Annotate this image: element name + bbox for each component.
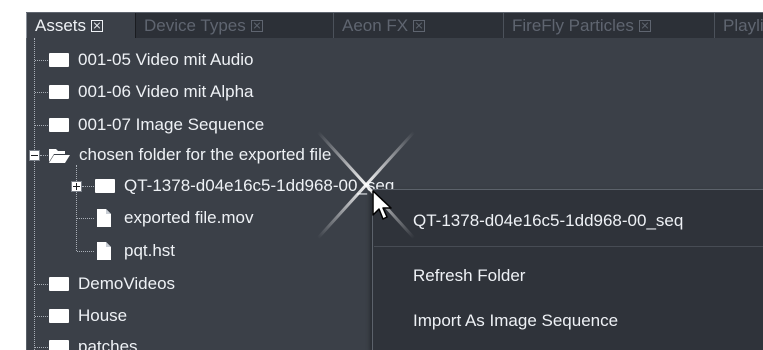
tab-label: Assets <box>35 16 87 35</box>
tree-connector <box>82 186 94 187</box>
tree-item-label: House <box>78 306 128 325</box>
context-menu-header: QT-1378-d04e16c5-1dd968-00_seq <box>413 211 684 230</box>
menu-item-refresh-folder[interactable]: Refresh Folder <box>373 260 763 292</box>
tree-item-folder[interactable]: patches <box>49 333 138 350</box>
tree-item-label: 001-06 Video mit Alpha <box>78 82 254 101</box>
folder-icon <box>49 118 69 132</box>
tab-firefly-particles[interactable]: FireFly Particles <box>504 13 715 38</box>
tree-item-label: 001-05 Video mit Audio <box>78 50 254 69</box>
folder-icon <box>49 85 69 99</box>
tree-item-label: 001-07 Image Sequence <box>78 115 265 134</box>
tree-item-label: exported file.mov <box>124 208 254 227</box>
tree-connector <box>76 165 77 251</box>
close-icon[interactable] <box>413 20 426 32</box>
tree-item-file[interactable]: pqt.hst <box>97 237 175 265</box>
file-icon <box>97 209 111 227</box>
tab-label: Playli <box>723 16 763 35</box>
tab-label: FireFly Particles <box>512 16 634 35</box>
tab-playlist[interactable]: Playli <box>715 13 763 38</box>
tab-label: Aeon FX <box>342 16 409 35</box>
tree-connector <box>34 38 35 350</box>
tree-item-folder[interactable]: House <box>49 302 127 330</box>
tree-item-folder[interactable]: 001-07 Image Sequence <box>49 111 264 139</box>
tree-item-label: patches <box>78 337 138 350</box>
close-icon[interactable] <box>638 20 651 32</box>
tree-connector <box>35 284 48 285</box>
collapse-toggle[interactable] <box>29 150 40 161</box>
menu-separator <box>374 246 763 247</box>
tab-label: Device Types <box>144 16 246 35</box>
screenshot-frame: Assets Device Types Aeon FX FireFly Part… <box>0 0 763 350</box>
tree-item-file[interactable]: exported file.mov <box>97 204 253 232</box>
tree-connector <box>40 155 48 156</box>
folder-icon <box>95 179 115 193</box>
folder-icon <box>49 309 69 323</box>
context-menu: QT-1378-d04e16c5-1dd968-00_seq Refresh F… <box>372 189 763 350</box>
tab-bar: Assets Device Types Aeon FX FireFly Part… <box>26 12 763 38</box>
close-icon[interactable] <box>250 20 263 32</box>
tree-item-label: chosen folder for the exported file <box>79 145 332 164</box>
folder-icon <box>49 53 69 67</box>
expand-toggle[interactable] <box>71 181 82 192</box>
tree-item-label: pqt.hst <box>124 241 176 260</box>
tree-item-label: DemoVideos <box>78 274 176 293</box>
folder-icon <box>49 277 69 291</box>
tree-item-label: QT-1378-d04e16c5-1dd968-00_seq <box>124 176 395 195</box>
tree-item-folder-expanded[interactable]: chosen folder for the exported file <box>49 141 331 169</box>
tree-connector <box>77 251 94 252</box>
tab-device-types[interactable]: Device Types <box>136 13 334 38</box>
tree-item-folder-selected[interactable]: QT-1378-d04e16c5-1dd968-00_seq <box>95 172 394 200</box>
tree-connector <box>77 218 94 219</box>
folder-open-icon <box>49 149 70 163</box>
tree-item-folder[interactable]: DemoVideos <box>49 270 175 298</box>
close-icon[interactable] <box>91 20 104 32</box>
tab-assets[interactable]: Assets <box>26 13 136 38</box>
tree-connector <box>35 347 48 348</box>
file-icon <box>97 242 111 260</box>
tree-item-folder[interactable]: 001-06 Video mit Alpha <box>49 78 253 106</box>
tree-connector <box>35 60 48 61</box>
menu-item-import-as-image-sequence[interactable]: Import As Image Sequence <box>373 305 763 337</box>
tree-item-folder[interactable]: 001-05 Video mit Audio <box>49 46 253 74</box>
tree-connector <box>35 125 48 126</box>
tree-connector <box>35 316 48 317</box>
folder-icon <box>49 340 69 350</box>
tree-connector <box>35 92 48 93</box>
tab-aeon-fx[interactable]: Aeon FX <box>334 13 504 38</box>
